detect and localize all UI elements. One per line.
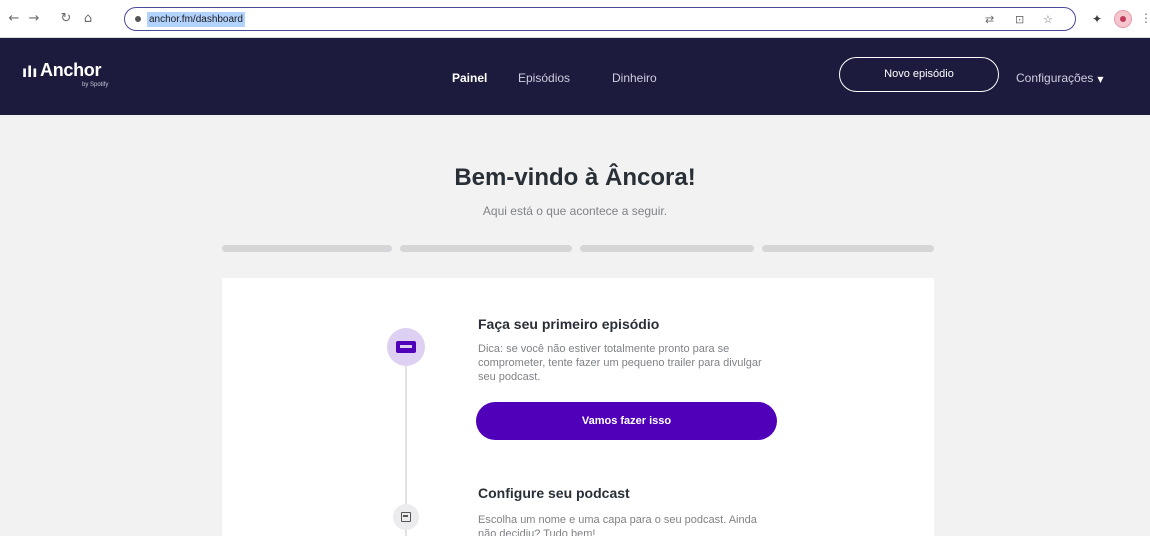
translate-icon[interactable]: ⇄: [985, 12, 994, 27]
video-icon: [396, 341, 416, 353]
site-info-icon[interactable]: [135, 16, 141, 22]
address-bar[interactable]: anchor.fm/dashboard ⇄ ⊡ ☆: [124, 7, 1076, 31]
chevron-down-icon: ▼: [1097, 75, 1104, 84]
lets-do-it-button[interactable]: Vamos fazer isso: [476, 402, 777, 440]
step-1-badge: [387, 328, 425, 366]
step-2-description: Escolha um nome e uma capa para o seu po…: [478, 514, 757, 536]
profile-avatar[interactable]: [1114, 10, 1132, 28]
nav-painel[interactable]: Painel: [452, 71, 487, 85]
progress-segment: [222, 245, 392, 252]
step-1-description: Dica: se você não estiver totalmente pro…: [478, 343, 762, 383]
bookmark-star-icon[interactable]: ☆: [1043, 12, 1053, 27]
browser-toolbar: ← → ↻ ⌂ anchor.fm/dashboard ⇄ ⊡ ☆ ✦ ⋮: [0, 0, 1150, 38]
settings-menu[interactable]: Configurações ▼: [1016, 71, 1104, 87]
step-2-title: Configure seu podcast: [478, 485, 630, 501]
app-header: ılı Anchor by Spotify Painel Episódios D…: [0, 38, 1150, 115]
url-text[interactable]: anchor.fm/dashboard: [147, 12, 245, 27]
progress-segment: [762, 245, 934, 252]
forward-icon[interactable]: →: [24, 9, 44, 29]
home-icon[interactable]: ⌂: [78, 9, 98, 29]
extensions-puzzle-icon[interactable]: ✦: [1092, 11, 1102, 27]
podcast-cover-icon: [401, 512, 411, 522]
cast-icon[interactable]: ⊡: [1015, 12, 1024, 27]
browser-menu-icon[interactable]: ⋮: [1140, 10, 1150, 26]
step-2-badge: [393, 504, 419, 530]
step-1-title: Faça seu primeiro episódio: [478, 316, 660, 332]
logo-subtext: by Spotify: [82, 82, 109, 88]
progress-segment: [580, 245, 754, 252]
nav-episodios[interactable]: Episódios: [518, 71, 570, 85]
anchor-mark-icon: ılı: [22, 63, 38, 81]
settings-label: Configurações: [1016, 71, 1094, 85]
page-title: Bem-vindo à Âncora!: [454, 164, 696, 191]
page-subtitle: Aqui está o que acontece a seguir.: [482, 204, 668, 218]
reload-icon[interactable]: ↻: [56, 9, 76, 29]
logo-text: Anchor: [40, 60, 102, 80]
nav-dinheiro[interactable]: Dinheiro: [612, 71, 657, 85]
new-episode-button[interactable]: Novo episódio: [839, 57, 999, 92]
back-icon[interactable]: ←: [4, 9, 24, 29]
onboarding-card: Faça seu primeiro episódio Dica: se você…: [222, 278, 934, 536]
progress-segment: [400, 245, 572, 252]
